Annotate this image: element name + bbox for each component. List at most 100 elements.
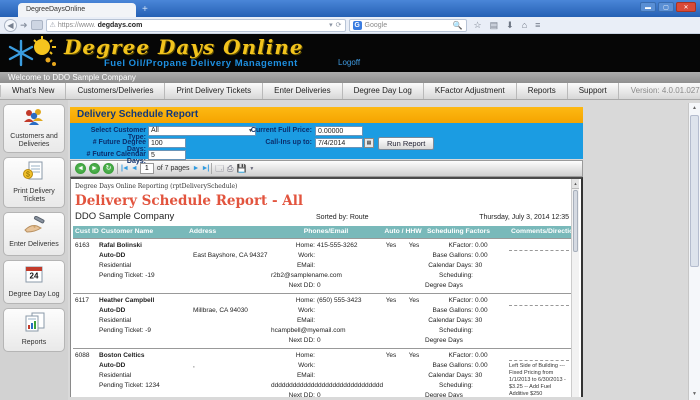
url-dropdown-icon[interactable]: ▾ — [329, 21, 333, 29]
page-scrollbar-thumb[interactable] — [690, 115, 699, 267]
close-icon[interactable]: ✕ — [676, 2, 696, 12]
field-value: 30 — [475, 372, 482, 379]
scrollbar-thumb[interactable] — [573, 190, 578, 252]
search-engine-icon[interactable]: G — [353, 21, 362, 30]
text-line: Auto-DD — [99, 361, 187, 371]
tab-title: DegreeDaysOnline — [26, 6, 85, 13]
cell-cust-id: 6117 — [73, 296, 99, 346]
version-label: Version: 4.0.01.027 — [619, 83, 700, 99]
text-line: Home:(650) 555-3423 — [271, 296, 379, 306]
menu-item-kfactor-adjustment[interactable]: KFactor Adjustment — [424, 83, 517, 99]
menu-item-enter-deliveries[interactable]: Enter Deliveries — [263, 83, 342, 99]
field-label: Next DD: — [271, 391, 315, 397]
text-line: Residential — [99, 261, 187, 271]
cell-hhw: Yes — [403, 241, 425, 291]
reports-icon — [21, 312, 47, 332]
bookmarks-menu-icon[interactable]: ▤ — [490, 20, 499, 31]
field-value: 0.00 — [475, 352, 488, 359]
new-tab-icon[interactable]: + — [142, 4, 148, 16]
future-calendar-days-input[interactable] — [148, 150, 186, 160]
home-icon[interactable]: ⌂ — [522, 20, 527, 31]
forward-icon[interactable]: ➜ — [20, 19, 28, 31]
print-layout-icon[interactable]: 🗔 — [215, 164, 224, 174]
sidebar-item-degree-day-log[interactable]: 24 Degree Day Log — [3, 260, 65, 304]
cell-phones-email: Home:Work:EMail:dddddddddddddddddddddddd… — [271, 351, 379, 397]
scroll-down-icon[interactable]: ▼ — [689, 389, 700, 400]
field-value: ddddddddddddddddddddddddddddddd — [271, 382, 383, 389]
report-scrollbar[interactable]: ▲ — [571, 179, 579, 397]
text-line: Residential — [99, 371, 187, 381]
search-icon[interactable]: 🔍 — [453, 21, 463, 30]
field-value: Degree Days — [425, 392, 463, 397]
security-warning-icon: ⚠ — [50, 21, 56, 29]
prev-page-icon[interactable]: ◄ — [131, 165, 137, 172]
maximize-icon[interactable]: ▢ — [658, 2, 674, 12]
app-title: Degree Days Online — [64, 35, 304, 59]
cell-phones-email: Home:415-555-3262Work:EMail:r2b2@samplen… — [271, 241, 379, 291]
cell-scheduling-factors: KFactor:0.00Base Gallons:0.00Calendar Da… — [425, 241, 509, 291]
print-tickets-icon: $ — [21, 161, 47, 181]
menu-item-support[interactable]: Support — [568, 83, 619, 99]
sidebar-item-label: Reports — [5, 339, 63, 347]
menu-item-degree-day-log[interactable]: Degree Day Log — [343, 83, 424, 99]
sidebar-item-print-delivery-tickets[interactable]: $ Print Delivery Tickets — [3, 157, 65, 208]
app-header: Degree Days Online Fuel Oil/Propane Deli… — [0, 34, 700, 72]
downloads-icon[interactable]: ⬇ — [506, 20, 514, 31]
text-line: Next DD:0 — [271, 336, 379, 346]
col-comments-directions: Comments/Directions — [509, 226, 571, 238]
scroll-up-icon[interactable]: ▲ — [689, 103, 700, 114]
url-bar[interactable]: ⚠ https://www. degdays.com ▾ ⟳ — [46, 19, 346, 32]
run-report-button[interactable]: Run Report — [378, 137, 434, 150]
text-line: Calendar Days:30 — [425, 371, 509, 381]
text-line: Pending Ticket: 1234 — [99, 381, 187, 391]
sidebar-item-reports[interactable]: Reports — [3, 308, 65, 352]
sidebar-item-enter-deliveries[interactable]: Enter Deliveries — [3, 212, 65, 256]
sidebar-item-customers-and-deliveries[interactable]: Customers and Deliveries — [3, 104, 65, 153]
cell-cust-id: 6088 — [73, 351, 99, 397]
current-full-price-input[interactable] — [315, 126, 363, 136]
first-page-icon[interactable]: |◄ — [121, 165, 128, 172]
cell-auto: Yes — [379, 241, 403, 291]
report-table-body: 6163Rafal BolinskiAuto-DDResidentialPend… — [73, 238, 571, 397]
future-degree-days-input[interactable] — [148, 138, 186, 148]
menu-bar: What's New Customers/Deliveries Print De… — [0, 83, 700, 100]
text-line: EMail:hcampbell@myemail.com — [271, 316, 379, 336]
text-line: Calendar Days:30 — [425, 316, 509, 326]
cell-address: Millbrae, CA 94030 — [187, 296, 271, 346]
report-panel: Delivery Schedule Report Select Customer… — [70, 100, 583, 400]
app-logo-icon — [4, 36, 62, 70]
reload-icon[interactable]: ⟳ — [336, 21, 342, 29]
menu-item-whats-new[interactable]: What's New — [1, 83, 66, 99]
logoff-link[interactable]: Logoff — [338, 58, 360, 67]
bookmark-star-icon[interactable]: ☆ — [474, 20, 482, 31]
field-label: Calendar Days: — [425, 316, 473, 326]
call-ins-date-input[interactable] — [315, 138, 363, 148]
calendar-icon[interactable]: ▦ — [364, 138, 374, 148]
field-value: 0.00 — [475, 252, 488, 259]
page-scrollbar[interactable]: ▲ ▼ — [688, 103, 700, 400]
field-value: 0.00 — [475, 297, 488, 304]
export-icon[interactable]: 💾 — [236, 164, 246, 174]
menu-item-customers-deliveries[interactable]: Customers/Deliveries — [66, 83, 165, 99]
menu-icon[interactable]: ≡ — [535, 20, 540, 31]
field-label: Scheduling: — [425, 271, 473, 281]
minimize-icon[interactable]: ▬ — [640, 2, 656, 12]
text-line: Auto-DD — [99, 306, 187, 316]
next-page-icon[interactable]: ► — [193, 165, 199, 172]
back-icon[interactable]: ◀ — [4, 19, 17, 32]
printer-icon[interactable]: ⎙ — [227, 164, 233, 174]
cell-comments — [509, 241, 571, 291]
col-customer-name: Customer Name — [99, 226, 187, 238]
text-line: Calendar Days:30 — [425, 261, 509, 271]
scroll-up-icon[interactable]: ▲ — [572, 179, 579, 189]
export-dropdown-icon[interactable]: ▼ — [249, 164, 254, 174]
last-page-icon[interactable]: ►| — [201, 165, 208, 172]
browser-tab[interactable]: DegreeDaysOnline — [18, 3, 136, 17]
field-value: 0 — [317, 392, 321, 397]
sidebar-item-label: Print Delivery Tickets — [5, 188, 63, 204]
search-input[interactable]: G Google 🔍 — [349, 19, 467, 32]
menu-item-print-delivery-tickets[interactable]: Print Delivery Tickets — [165, 83, 263, 99]
library-icon[interactable] — [31, 20, 43, 30]
app-subtitle: Fuel Oil/Propane Delivery Management — [104, 58, 298, 69]
menu-item-reports[interactable]: Reports — [517, 83, 568, 99]
